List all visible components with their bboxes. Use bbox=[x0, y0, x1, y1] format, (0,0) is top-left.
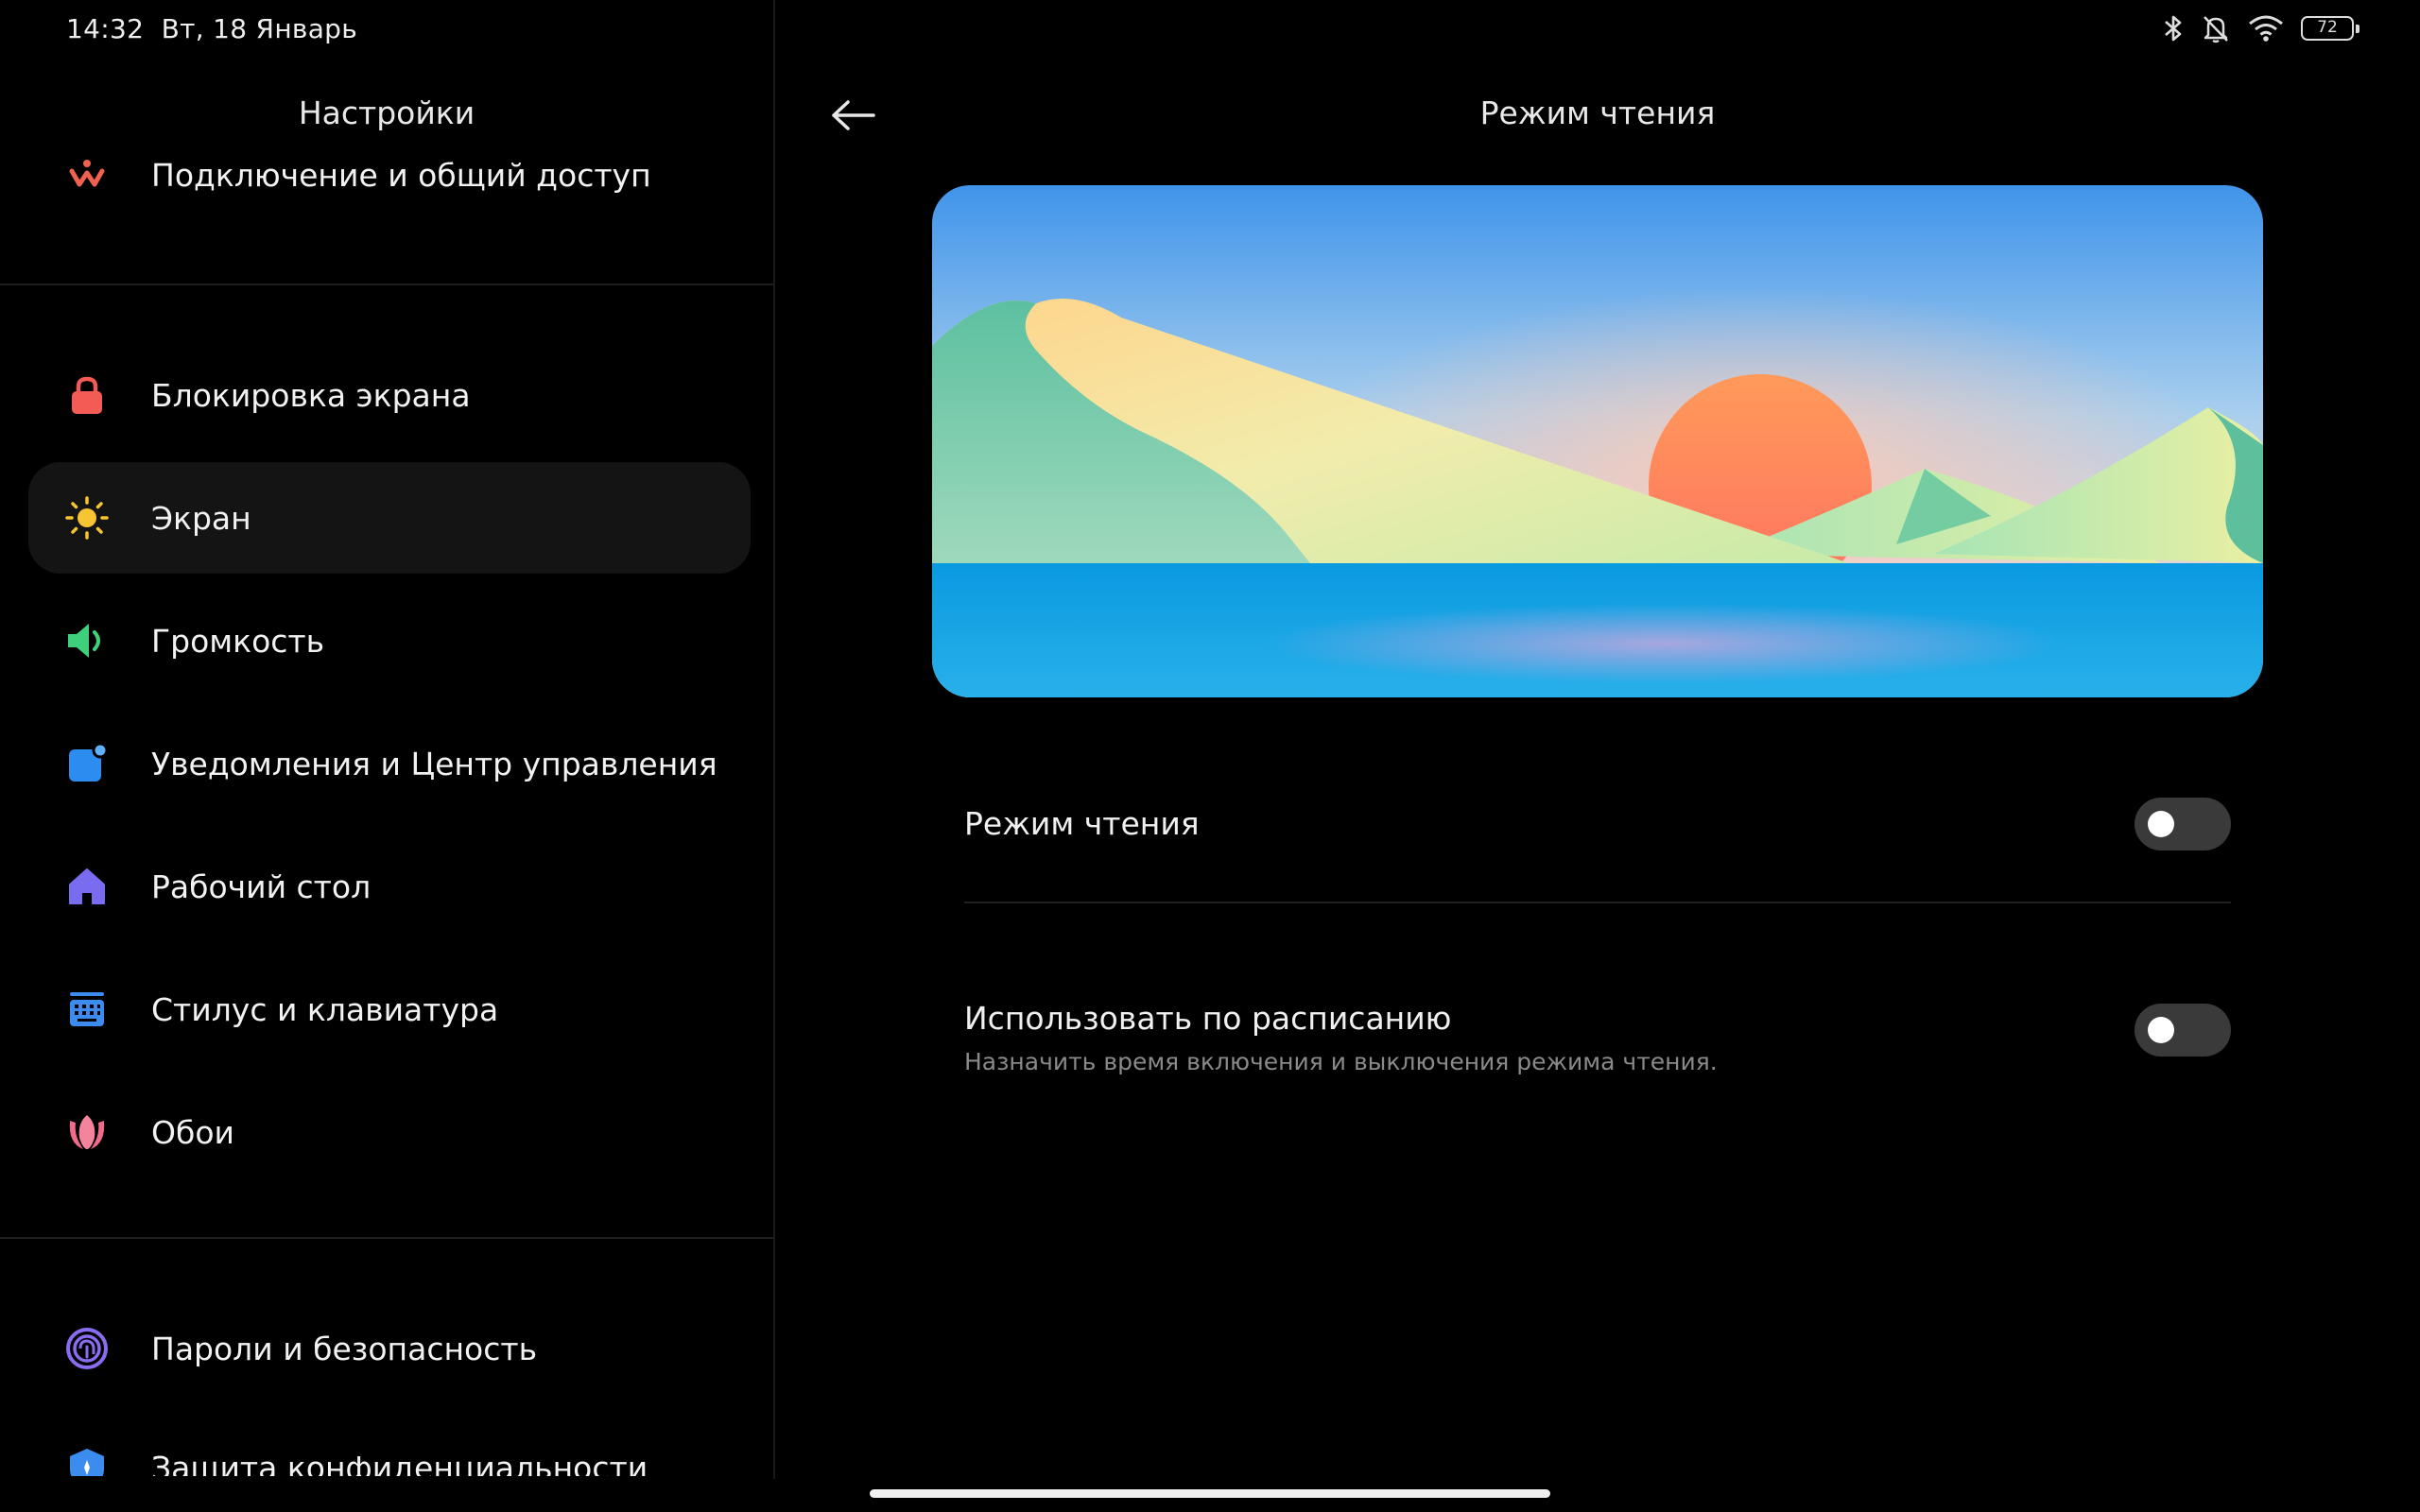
silent-bell-icon bbox=[2201, 13, 2231, 43]
privacy-icon bbox=[64, 1445, 110, 1476]
sun-icon bbox=[64, 495, 110, 541]
share-icon bbox=[64, 152, 110, 198]
sidebar-item-passwords-security[interactable]: Пароли и безопасность bbox=[28, 1293, 751, 1404]
sidebar-item-lock-screen[interactable]: Блокировка экрана bbox=[28, 339, 751, 451]
sidebar-title: Настройки bbox=[0, 94, 773, 147]
sidebar-item-stylus-keyboard[interactable]: Стилус и клавиатура bbox=[28, 954, 751, 1065]
status-clock: 14:32 Вт, 18 Январь bbox=[66, 13, 357, 44]
schedule-description: Назначить время включения и выключения р… bbox=[964, 1048, 1718, 1075]
schedule-row[interactable]: Использовать по расписанию Назначить вре… bbox=[964, 977, 2231, 1100]
sidebar-item-label: Экран bbox=[151, 499, 251, 537]
toggle-knob bbox=[2148, 1017, 2174, 1043]
reading-mode-row[interactable]: Режим чтения bbox=[964, 779, 2231, 869]
status-time: 14:32 bbox=[66, 13, 145, 44]
home-indicator[interactable] bbox=[870, 1489, 1550, 1498]
settings-screen: 14:32 Вт, 18 Январь 72 Подключение и общ… bbox=[0, 0, 2420, 1512]
sidebar-item-display[interactable]: Экран bbox=[28, 462, 751, 574]
sidebar-item-label: Обои bbox=[151, 1113, 234, 1151]
tulip-icon bbox=[64, 1109, 110, 1155]
wifi-icon bbox=[2248, 14, 2284, 43]
sidebar-item-label: Подключение и общий доступ bbox=[151, 156, 651, 194]
status-bar: 14:32 Вт, 18 Январь 72 bbox=[0, 0, 2420, 59]
sidebar-item-privacy[interactable]: Защита конфиденциальности bbox=[28, 1412, 751, 1476]
speaker-icon bbox=[64, 618, 110, 663]
reading-mode-label: Режим чтения bbox=[964, 805, 1200, 842]
toggle-knob bbox=[2148, 811, 2174, 837]
sidebar-item-label: Пароли и безопасность bbox=[151, 1330, 538, 1367]
reading-mode-pane: Режим чтения Режим чтения Использовать п… bbox=[775, 59, 2420, 1476]
sidebar-item-notifications[interactable]: Уведомления и Центр управления bbox=[28, 708, 751, 819]
sidebar-item-volume[interactable]: Громкость bbox=[28, 585, 751, 696]
sidebar-item-wallpaper[interactable]: Обои bbox=[28, 1076, 751, 1188]
reading-mode-toggle[interactable] bbox=[2135, 798, 2231, 850]
fingerprint-icon bbox=[64, 1326, 110, 1371]
keyboard-icon bbox=[64, 987, 110, 1032]
sidebar-item-desktop[interactable]: Рабочий стол bbox=[28, 831, 751, 942]
sidebar-item-label: Уведомления и Центр управления bbox=[151, 745, 717, 782]
battery-level: 72 bbox=[2317, 18, 2338, 37]
bluetooth-icon bbox=[2163, 13, 2184, 43]
sidebar-item-label: Рабочий стол bbox=[151, 868, 372, 905]
reading-mode-illustration bbox=[932, 185, 2263, 697]
status-date: Вт, 18 Январь bbox=[161, 13, 358, 44]
page-title: Режим чтения bbox=[1479, 94, 1716, 131]
home-icon bbox=[64, 864, 110, 909]
status-icons: 72 bbox=[2163, 11, 2360, 45]
schedule-label: Использовать по расписанию bbox=[964, 1000, 1452, 1037]
sidebar-divider bbox=[0, 1237, 773, 1239]
sidebar-divider bbox=[0, 284, 773, 285]
row-divider bbox=[964, 902, 2231, 903]
lock-icon bbox=[64, 372, 110, 418]
settings-sidebar: Подключение и общий доступ Настройки Бло… bbox=[0, 59, 773, 1476]
notification-icon bbox=[64, 741, 110, 786]
battery-icon: 72 bbox=[2301, 16, 2360, 41]
schedule-toggle[interactable] bbox=[2135, 1004, 2231, 1057]
sidebar-item-label: Громкость bbox=[151, 622, 325, 660]
sidebar-item-label: Стилус и клавиатура bbox=[151, 990, 499, 1028]
sidebar-item-label: Блокировка экрана bbox=[151, 376, 471, 414]
sidebar-item-label: Защита конфиденциальности bbox=[151, 1449, 648, 1477]
